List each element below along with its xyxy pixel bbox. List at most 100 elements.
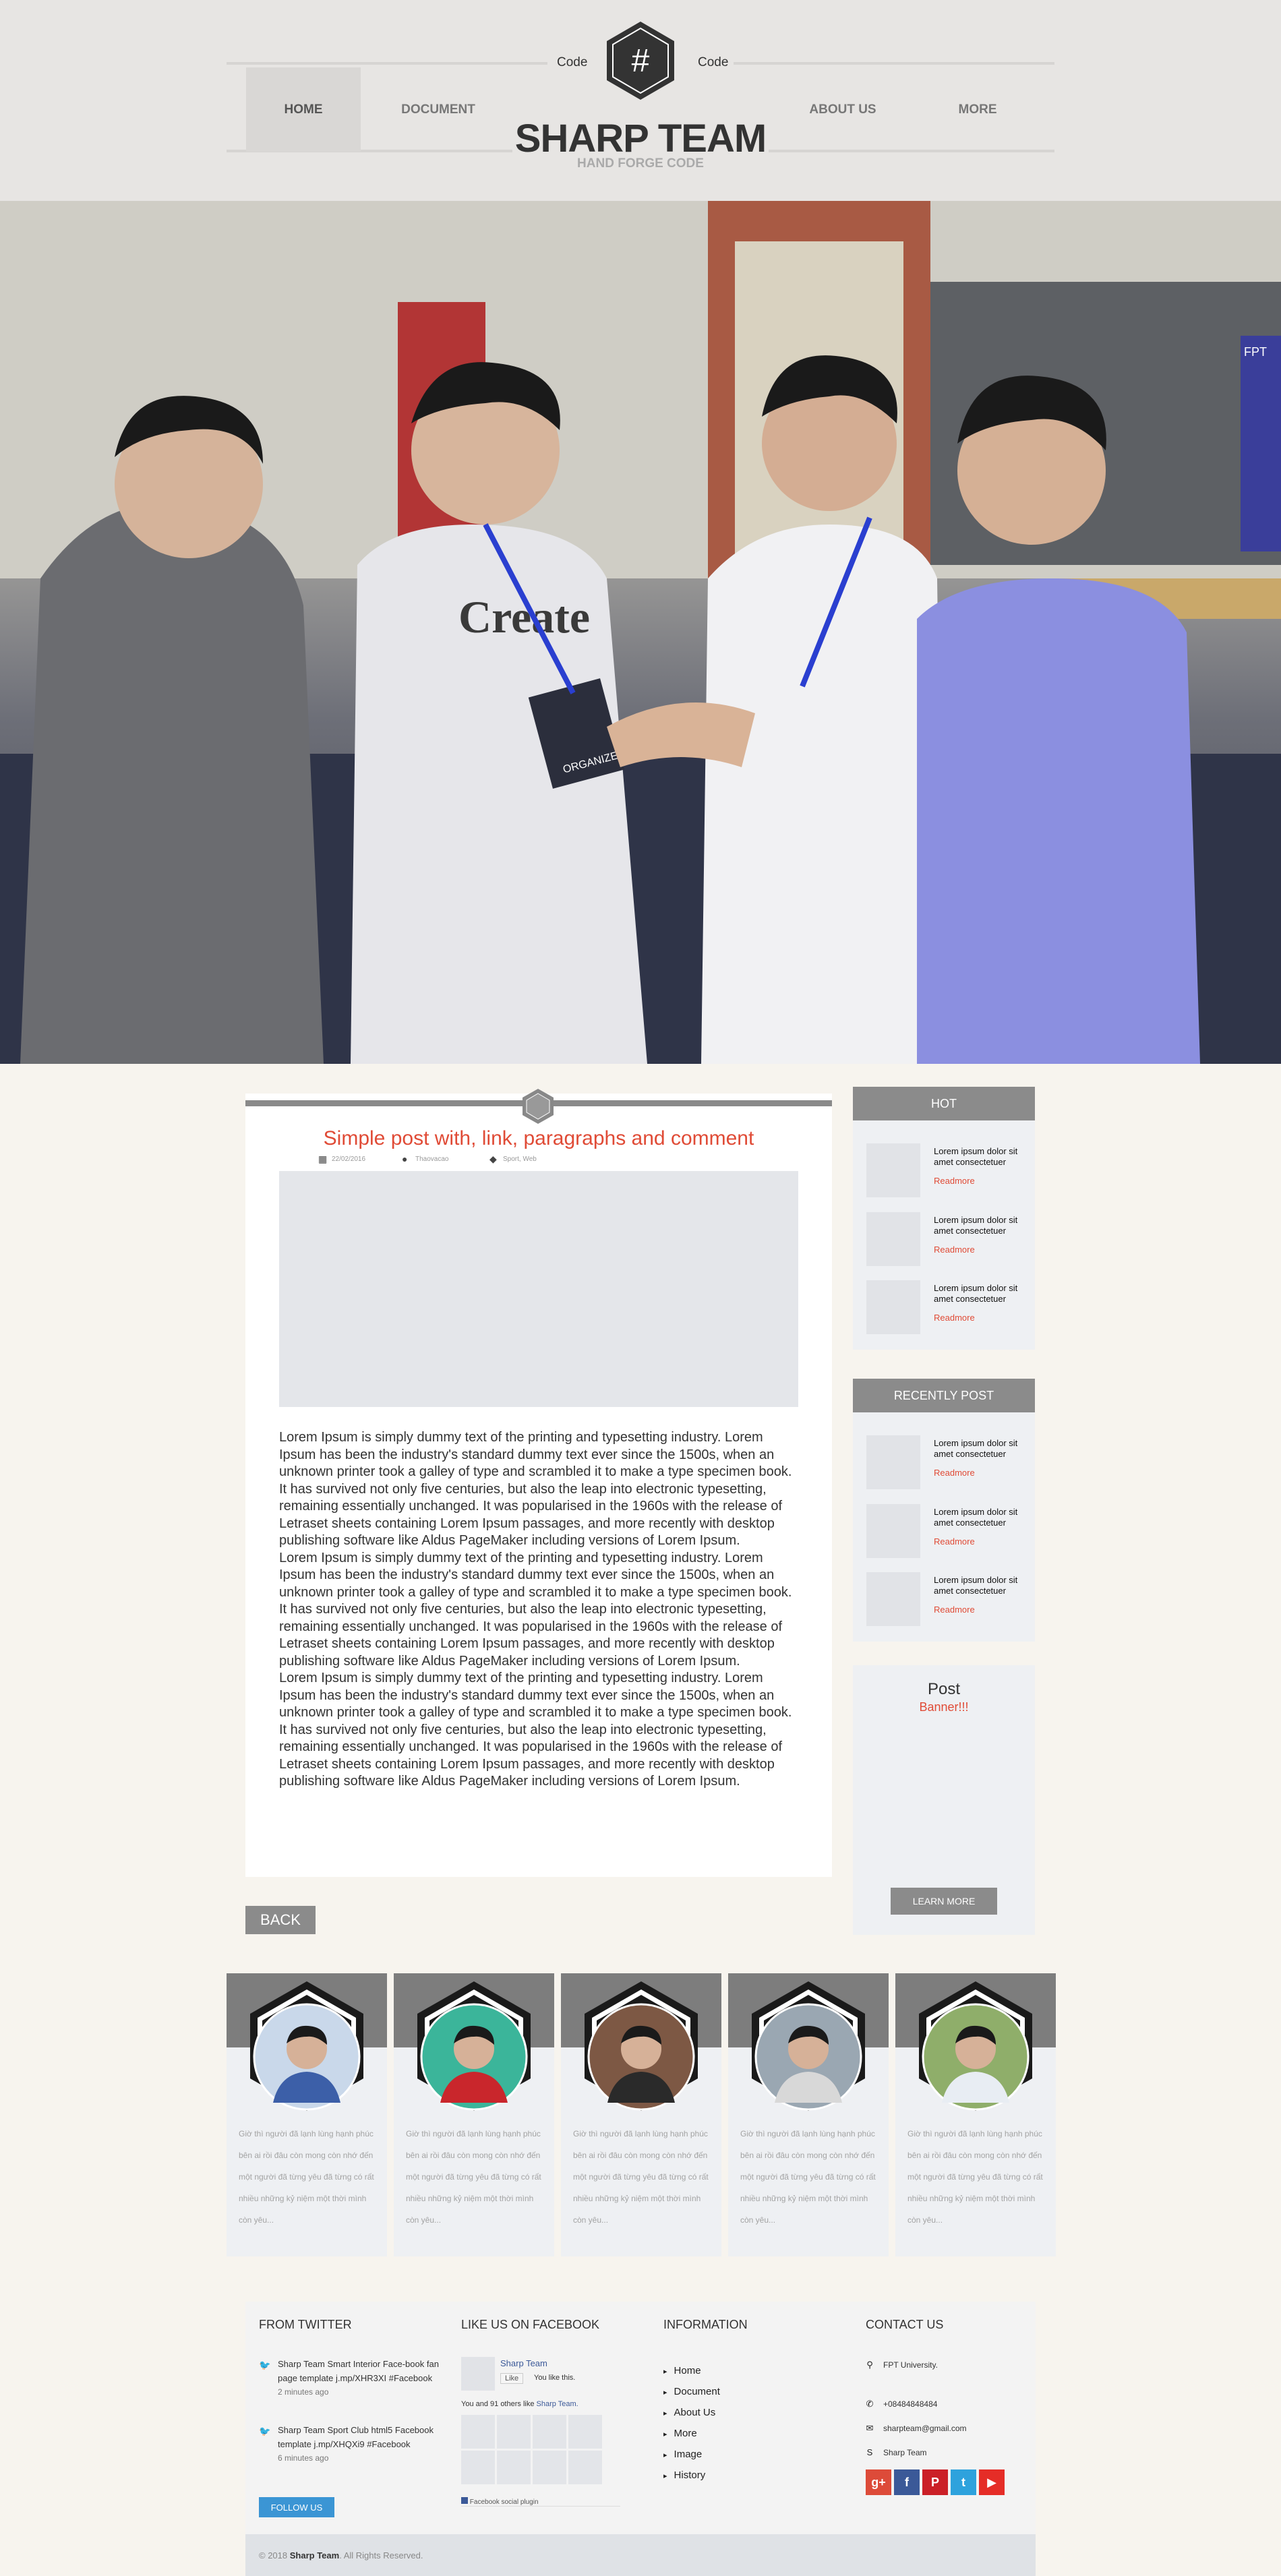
pinterest-icon[interactable]: P <box>922 2469 948 2495</box>
post-author-text[interactable]: Thaovacao <box>415 1156 448 1163</box>
readmore-link[interactable]: Readmore <box>934 1176 975 1186</box>
contact-email: ✉ sharpteam@gmail.com <box>866 2423 967 2434</box>
site-header: Code Code # HOME DOCUMENT ABOUT US MORE … <box>0 0 1281 201</box>
recent-item-text[interactable]: Lorem ipsum dolor sit amet consectetuer <box>934 1507 1035 1528</box>
readmore-link[interactable]: Readmore <box>934 1605 975 1615</box>
google-plus-icon[interactable]: g+ <box>866 2469 891 2495</box>
recent-item-text[interactable]: Lorem ipsum dolor sit amet consectetuer <box>934 1575 1035 1596</box>
contact-skype-text[interactable]: Sharp Team <box>883 2448 926 2457</box>
logo-symbol: # <box>632 43 650 79</box>
fan-avatar[interactable] <box>568 2415 602 2449</box>
tweet-text[interactable]: Sharp Team Sport Club html5 Facebook tem… <box>278 2423 441 2451</box>
team-member-card[interactable]: Giờ thì người đã lạnh lùng hạnh phúc bên… <box>394 1973 554 2256</box>
hash-logo-icon[interactable]: # <box>604 20 677 101</box>
ad-banner-widget: Post Banner!!! LEARN MORE <box>853 1665 1035 1935</box>
recent-widget-title: RECENTLY POST <box>853 1379 1035 1412</box>
facebook-icon[interactable]: f <box>894 2469 920 2495</box>
nav-document[interactable]: DOCUMENT <box>381 67 496 152</box>
fan-avatar[interactable] <box>568 2451 602 2484</box>
contact-skype: S Sharp Team <box>866 2447 927 2457</box>
youtube-icon[interactable]: ▶ <box>979 2469 1005 2495</box>
nav-about-us[interactable]: ABOUT US <box>785 67 900 152</box>
hot-item-text[interactable]: Lorem ipsum dolor sit amet consectetuer <box>934 1146 1035 1168</box>
member-avatar[interactable] <box>246 1979 367 2114</box>
hot-item-thumb[interactable] <box>866 1212 920 1266</box>
hot-item-thumb[interactable] <box>866 1280 920 1334</box>
hot-item-thumb[interactable] <box>866 1143 920 1197</box>
information-links: Home Document About Us More Image Histor… <box>663 2361 720 2486</box>
recent-item-text[interactable]: Lorem ipsum dolor sit amet consectetuer <box>934 1438 1035 1460</box>
recent-item-3[interactable]: Lorem ipsum dolor sit amet consectetuer … <box>866 1572 1035 1626</box>
tweet-text[interactable]: Sharp Team Smart Interior Face-book fan … <box>278 2357 441 2385</box>
follow-us-button[interactable]: FOLLOW US <box>259 2497 334 2517</box>
facebook-fan-grid <box>461 2415 602 2484</box>
member-avatar[interactable] <box>915 1979 1036 2114</box>
team-member-card[interactable]: Giờ thì người đã lạnh lùng hạnh phúc bên… <box>895 1973 1056 2256</box>
brand-name[interactable]: SHARP TEAM <box>512 116 769 161</box>
hot-item-3[interactable]: Lorem ipsum dolor sit amet consectetuer … <box>866 1280 1035 1334</box>
footer-link-more[interactable]: More <box>663 2424 720 2445</box>
recent-item-2[interactable]: Lorem ipsum dolor sit amet consectetuer … <box>866 1504 1035 1558</box>
footer-link-document[interactable]: Document <box>663 2382 720 2403</box>
readmore-link[interactable]: Readmore <box>934 1245 975 1255</box>
hot-item-text[interactable]: Lorem ipsum dolor sit amet consectetuer <box>934 1215 1035 1236</box>
post-hex-icon <box>523 1089 554 1124</box>
facebook-page-avatar[interactable] <box>461 2357 495 2391</box>
fan-avatar[interactable] <box>461 2415 495 2449</box>
copyright-bar: © 2018 Sharp Team. All Rights Reserved. <box>245 2534 1036 2576</box>
member-bio: Giờ thì người đã lạnh lùng hạnh phúc bên… <box>406 2129 541 2225</box>
twitter-icon[interactable]: t <box>951 2469 976 2495</box>
fan-avatar[interactable] <box>533 2451 566 2484</box>
fan-avatar[interactable] <box>497 2451 531 2484</box>
hot-item-text[interactable]: Lorem ipsum dolor sit amet consectetuer <box>934 1283 1035 1305</box>
facebook-like-button[interactable]: Like <box>500 2373 524 2384</box>
readmore-link[interactable]: Readmore <box>934 1536 975 1547</box>
phone-icon: ✆ <box>866 2399 874 2409</box>
nav-home[interactable]: HOME <box>246 67 361 152</box>
copyright-prefix: © 2018 <box>259 2550 288 2560</box>
header-line-top-left <box>227 62 547 65</box>
facebook-others-page[interactable]: Sharp Team. <box>537 2400 578 2408</box>
contact-phone-text[interactable]: +08484848484 <box>883 2399 937 2409</box>
member-avatar[interactable] <box>413 1979 535 2114</box>
footer-link-image[interactable]: Image <box>663 2445 720 2465</box>
readmore-link[interactable]: Readmore <box>934 1313 975 1323</box>
fan-avatar[interactable] <box>497 2415 531 2449</box>
facebook-others-prefix: You and 91 others like <box>461 2400 535 2408</box>
fan-avatar[interactable] <box>533 2415 566 2449</box>
footer-link-home[interactable]: Home <box>663 2361 720 2382</box>
code-label-right: Code <box>698 55 729 69</box>
recent-item-thumb[interactable] <box>866 1504 920 1558</box>
hot-item-1[interactable]: Lorem ipsum dolor sit amet consectetuer … <box>866 1143 1035 1197</box>
learn-more-button[interactable]: LEARN MORE <box>891 1888 997 1915</box>
footer-link-about-us[interactable]: About Us <box>663 2403 720 2424</box>
nav-more[interactable]: MORE <box>920 67 1035 152</box>
readmore-link[interactable]: Readmore <box>934 1468 975 1478</box>
contact-email-text[interactable]: sharpteam@gmail.com <box>883 2424 967 2433</box>
member-avatar[interactable] <box>748 1979 869 2114</box>
tweet-2[interactable]: 🐦 Sharp Team Sport Club html5 Facebook t… <box>259 2423 441 2465</box>
post-tags-text[interactable]: Sport, Web <box>503 1156 537 1163</box>
team-member-card[interactable]: Giờ thì người đã lạnh lùng hạnh phúc bên… <box>728 1973 889 2256</box>
hero-slider: FPT Create ORGANIZER <box>0 201 1281 1064</box>
copyright-brand[interactable]: Sharp Team <box>290 2550 339 2560</box>
tweet-1[interactable]: 🐦 Sharp Team Smart Interior Face-book fa… <box>259 2357 441 2399</box>
post-body: Lorem Ipsum is simply dummy text of the … <box>279 1429 800 1791</box>
code-label-left: Code <box>557 55 588 69</box>
facebook-small-icon <box>461 2497 468 2504</box>
fan-avatar[interactable] <box>461 2451 495 2484</box>
member-avatar[interactable] <box>580 1979 702 2114</box>
member-bio: Giờ thì người đã lạnh lùng hạnh phúc bên… <box>907 2129 1043 2225</box>
post-date: ▦ 22/02/2016 <box>318 1154 365 1164</box>
footer-link-history[interactable]: History <box>663 2465 720 2486</box>
team-member-card[interactable]: Giờ thì người đã lạnh lùng hạnh phúc bên… <box>561 1973 721 2256</box>
post-title[interactable]: Simple post with, link, paragraphs and c… <box>245 1127 832 1150</box>
hot-item-2[interactable]: Lorem ipsum dolor sit amet consectetuer … <box>866 1212 1035 1266</box>
facebook-others-text: You and 91 others like Sharp Team. <box>461 2400 578 2408</box>
recent-item-thumb[interactable] <box>866 1435 920 1489</box>
recent-item-thumb[interactable] <box>866 1572 920 1626</box>
facebook-page-name[interactable]: Sharp Team <box>500 2358 547 2368</box>
recent-item-1[interactable]: Lorem ipsum dolor sit amet consectetuer … <box>866 1435 1035 1489</box>
back-button[interactable]: BACK <box>245 1906 316 1934</box>
team-member-card[interactable]: Giờ thì người đã lạnh lùng hạnh phúc bên… <box>227 1973 387 2256</box>
